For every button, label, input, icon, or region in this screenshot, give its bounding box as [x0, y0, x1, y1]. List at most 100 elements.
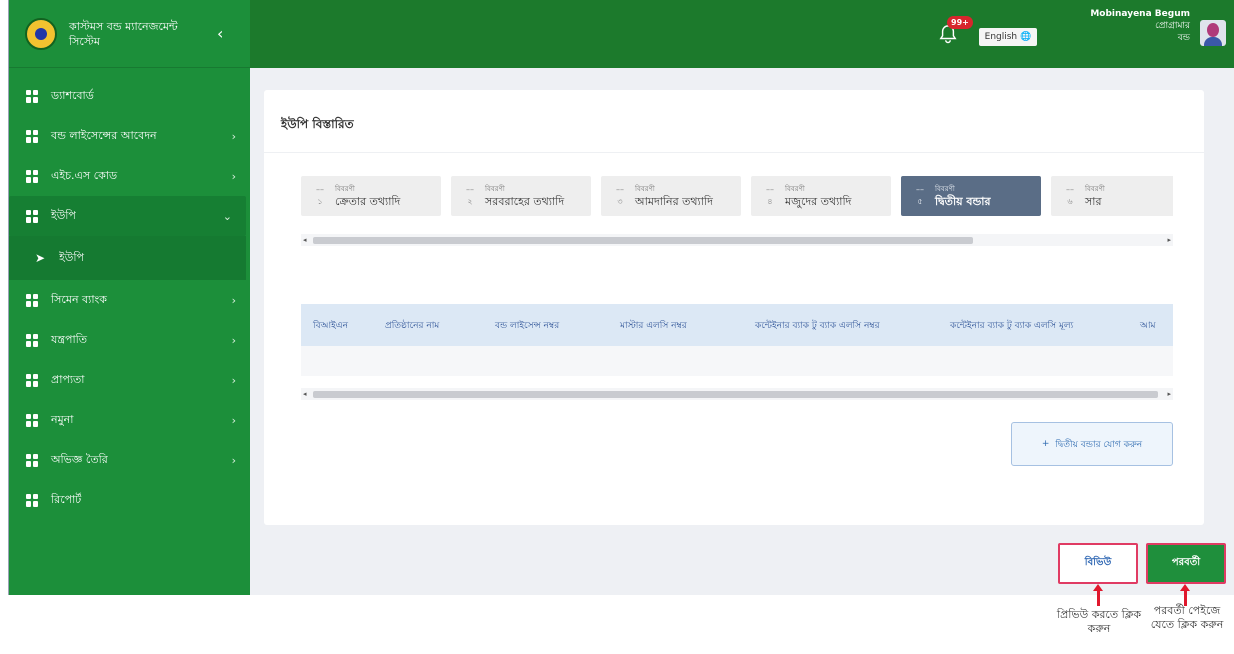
- preview-button[interactable]: বিভিউ: [1058, 543, 1138, 584]
- scrollbar-thumb[interactable]: [313, 237, 973, 244]
- sidebar-item-label: সিমেন ব্যাংক: [51, 292, 107, 306]
- sidebar-item-machinery[interactable]: যন্ত্রপাতি ›: [9, 320, 250, 360]
- step-caption: বিবরণী: [635, 184, 655, 193]
- column-header: প্রতিষ্ঠানের নাম: [385, 320, 440, 331]
- grid-icon: [26, 129, 39, 143]
- divider: [264, 152, 1204, 153]
- grid-icon: [26, 89, 39, 103]
- preview-annotation: প্রিভিউ করতে ক্লিক করুন: [1056, 608, 1142, 635]
- grid-icon: [26, 169, 39, 183]
- notification-count-badge: 99+: [947, 16, 973, 29]
- sidebar-item-label: ড্যাশবোর্ড: [51, 88, 94, 102]
- user-role-secondary: বন্ড: [1177, 33, 1190, 43]
- user-info[interactable]: Mobinayena Begum প্রোগ্রামার বন্ড: [1090, 8, 1190, 44]
- chevron-right-icon: ›: [231, 293, 236, 307]
- scroll-right-icon[interactable]: ▸: [1167, 388, 1171, 400]
- grid-icon: [26, 373, 39, 387]
- step-caption: বিবরণী: [785, 184, 805, 193]
- sidebar-item-label: নমুনা: [51, 412, 74, 426]
- sidebar-item-label: রিপোর্ট: [51, 492, 82, 506]
- app-title: কাস্টমস বন্ড ম্যানেজমেন্ট সিস্টেম: [69, 19, 178, 48]
- add-second-bonder-button[interactable]: + দ্বিতীয় বন্ডার যোগ করুন: [1011, 422, 1173, 466]
- up-details-card: ইউপি বিস্তারিত –– ১ বিবরণী ক্রেতার তথ্যাদ…: [264, 90, 1204, 525]
- second-bonder-table: বিআইএন প্রতিষ্ঠানের নাম বন্ড লাইসেন্স নম…: [301, 304, 1173, 378]
- step-number: –– ৫: [916, 185, 924, 206]
- sidebar-item-entitlement[interactable]: প্রাপ্যতা ›: [9, 360, 250, 400]
- step-caption: বিবরণী: [485, 184, 505, 193]
- table-row: [301, 346, 1173, 376]
- sidebar-item-label: যন্ত্রপাতি: [51, 332, 88, 346]
- chevron-right-icon: ›: [231, 169, 236, 183]
- avatar[interactable]: [1200, 20, 1226, 46]
- step-stock-info[interactable]: –– ৪ বিবরণী মজুদের তথ্যাদি: [751, 176, 891, 216]
- sidebar-item-report[interactable]: রিপোর্ট: [9, 480, 250, 520]
- sidebar-item-seaman-bank[interactable]: সিমেন ব্যাংক ›: [9, 280, 250, 320]
- chevron-right-icon: ›: [231, 129, 236, 143]
- sidebar-item-create[interactable]: অভিজ্ঞ তৈরি ›: [9, 440, 250, 480]
- step-number: –– ৩: [616, 185, 624, 206]
- grid-icon: [26, 209, 39, 223]
- user-name: Mobinayena Begum: [1090, 9, 1190, 19]
- chevron-down-icon: ⌄: [222, 209, 232, 223]
- top-header: 99+ English 🌐 Mobinayena Begum প্রোগ্রাম…: [250, 0, 1234, 68]
- grid-icon: [26, 413, 39, 427]
- scroll-right-icon[interactable]: ▸: [1167, 234, 1171, 246]
- sidebar-subitem-up[interactable]: ➤ ইউপি: [9, 236, 246, 280]
- globe-icon: 🌐: [1020, 32, 1032, 42]
- column-header: আম: [1140, 320, 1156, 331]
- step-caption: বিবরণী: [935, 184, 955, 193]
- chevron-right-icon: ›: [231, 413, 236, 427]
- column-header: বিআইএন: [313, 320, 348, 331]
- sidebar-item-sample[interactable]: নমুনা ›: [9, 400, 250, 440]
- user-role: প্রোগ্রামার: [1155, 21, 1190, 31]
- next-annotation: পরবর্তী পেইজে যেতে ক্লিক করুন: [1150, 604, 1224, 631]
- step-second-bonder[interactable]: –– ৫ বিবরণী দ্বিতীয় বন্ডার: [901, 176, 1041, 216]
- sidebar: কাস্টমস বন্ড ম্যানেজমেন্ট সিস্টেম ‹ ড্যা…: [9, 0, 250, 595]
- step-number: –– ৬: [1066, 185, 1074, 206]
- table-header-row: বিআইএন প্রতিষ্ঠানের নাম বন্ড লাইসেন্স নম…: [301, 304, 1173, 346]
- step-caption: বিবরণী: [1085, 184, 1105, 193]
- plus-icon: +: [1041, 439, 1050, 449]
- chevron-right-icon: ›: [231, 453, 236, 467]
- step-import-info[interactable]: –– ৩ বিবরণী আমদানির তথ্যাদি: [601, 176, 741, 216]
- step-label: ক্রেতার তথ্যাদি: [335, 194, 401, 208]
- step-label: আমদানির তথ্যাদি: [635, 194, 713, 208]
- sidebar-menu: ড্যাশবোর্ড বন্ড লাইসেন্সের আবেদন › এইচ.এ…: [9, 68, 250, 520]
- chevron-left-icon[interactable]: ‹: [217, 24, 223, 43]
- sidebar-item-label: বন্ড লাইসেন্সের আবেদন: [51, 128, 157, 142]
- sidebar-item-hs-code[interactable]: এইচ.এস কোড ›: [9, 156, 250, 196]
- scrollbar-thumb[interactable]: [313, 391, 1158, 398]
- government-logo: [25, 17, 57, 50]
- step-buyer-info[interactable]: –– ১ বিবরণী ক্রেতার তথ্যাদি: [301, 176, 441, 216]
- caret-right-icon: ➤: [35, 251, 46, 265]
- step-label: সার: [1085, 194, 1102, 208]
- brand: কাস্টমস বন্ড ম্যানেজমেন্ট সিস্টেম ‹: [9, 0, 250, 68]
- step-summary[interactable]: –– ৬ বিবরণী সার: [1051, 176, 1173, 216]
- step-number: –– ২: [466, 185, 474, 206]
- scroll-left-icon[interactable]: ◂: [303, 234, 307, 246]
- step-label: দ্বিতীয় বন্ডার: [935, 194, 991, 208]
- step-label: সরবরাহের তথ্যাদি: [485, 194, 565, 208]
- scroll-left-icon[interactable]: ◂: [303, 388, 307, 400]
- grid-icon: [26, 293, 39, 307]
- step-supply-info[interactable]: –– ২ বিবরণী সরবরাহের তথ্যাদি: [451, 176, 591, 216]
- stepper-scrollbar[interactable]: ◂ ▸: [301, 234, 1173, 246]
- sidebar-item-bond-license-application[interactable]: বন্ড লাইসেন্সের আবেদন ›: [9, 116, 250, 156]
- page-title: ইউপি বিস্তারিত: [281, 117, 354, 131]
- step-caption: বিবরণী: [335, 184, 355, 193]
- grid-icon: [26, 453, 39, 467]
- notification-bell[interactable]: 99+: [939, 16, 973, 46]
- column-header: বন্ড লাইসেন্স নম্বর: [495, 320, 560, 331]
- language-toggle[interactable]: English 🌐: [979, 28, 1037, 46]
- sidebar-item-label: ইউপি: [59, 250, 84, 264]
- column-header: কন্টেইনার ব্যাক টু ব্যাক এলসি মূল্য: [950, 320, 1074, 331]
- next-button[interactable]: পরবর্তী: [1146, 543, 1226, 584]
- sidebar-item-label: ইউপি: [51, 208, 76, 222]
- sidebar-item-dashboard[interactable]: ড্যাশবোর্ড: [9, 76, 250, 116]
- sidebar-item-label: প্রাপ্যতা: [51, 372, 85, 386]
- grid-icon: [26, 333, 39, 347]
- add-button-label: দ্বিতীয় বন্ডার যোগ করুন: [1055, 439, 1143, 450]
- step-number: –– ১: [316, 185, 324, 206]
- table-scrollbar[interactable]: ◂ ▸: [301, 388, 1173, 400]
- sidebar-item-up[interactable]: ইউপি ⌄: [9, 196, 246, 236]
